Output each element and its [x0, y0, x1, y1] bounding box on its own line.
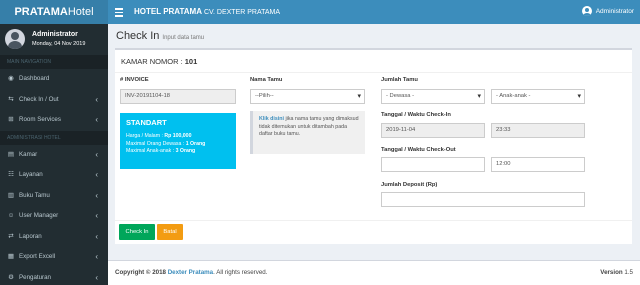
guest-count-label: Jumlah Tamu	[381, 77, 418, 83]
navbar-user-name: Administrator	[595, 8, 634, 15]
user-manager-icon: ☺	[7, 212, 15, 219]
page-title: Check In	[116, 30, 160, 42]
page-subtitle: Input data tamu	[162, 35, 205, 41]
copyright-text: Copyright © 2018 Dexter Pratama. All rig…	[115, 269, 268, 276]
menu-toggle-icon[interactable]	[115, 6, 123, 17]
room-max-child: Maximal Anak-anak : 3 Orang	[126, 148, 196, 154]
sidebar-item-buku-tamu[interactable]: ▥ Buku Tamu ‹	[0, 186, 108, 207]
sidebar-item-user-manager[interactable]: ☺ User Manager ‹	[0, 206, 108, 227]
room-number-title: KAMAR NOMOR : 101	[121, 57, 197, 66]
chevron-left-icon: ‹	[95, 149, 98, 159]
room-label: KAMAR NOMOR :	[121, 57, 185, 66]
checkout-date-field[interactable]	[381, 157, 485, 172]
checkin-form-box: KAMAR NOMOR : 101 # INVOICE INV-20191104…	[115, 48, 632, 244]
room-type: STANDART	[126, 118, 167, 127]
top-navbar: HOTEL PRATAMA CV. DEXTER PRATAMA Adminis…	[108, 0, 640, 24]
sidebar-item-label: Check In / Out	[19, 95, 59, 103]
sidebar-item-label: Dashboard	[19, 75, 50, 82]
sidebar-item-label: Kamar	[19, 150, 38, 158]
page-footer: Copyright © 2018 Dexter Pratama. All rig…	[108, 260, 640, 285]
navbar-hotel-name: HOTEL PRATAMA	[134, 7, 202, 16]
adult-count-select[interactable]: - Dewasa -	[381, 89, 485, 104]
add-guest-link[interactable]: Klik disini	[259, 116, 284, 122]
chevron-left-icon: ‹	[95, 190, 98, 200]
sidebar-item-laporan[interactable]: ⇄ Laporan ‹	[0, 227, 108, 248]
cancel-button[interactable]: Batal	[157, 224, 183, 240]
sidebar-item-layanan[interactable]: ☷ Layanan ‹	[0, 165, 108, 186]
sidebar-item-label: Buku Tamu	[19, 191, 50, 199]
sidebar-item-label: Laporan	[19, 232, 42, 240]
room-services-icon: ⊞	[8, 116, 14, 123]
navbar-company: CV. DEXTER PRATAMA	[203, 9, 281, 16]
sidebar-item-export-excell[interactable]: ▦ Export Excell ‹	[0, 247, 108, 268]
user-avatar-icon	[581, 6, 592, 17]
sidebar-item-label: Export Excell	[19, 253, 56, 260]
sidebar-user-name: Administrator	[32, 31, 78, 38]
company-link[interactable]: Dexter Pratama	[168, 269, 213, 276]
sidebar-item-check-in-out[interactable]: ⇆ Check In / Out ‹	[0, 90, 108, 111]
invoice-field[interactable]: INV-20191104-18	[120, 89, 236, 104]
pengaturan-icon: ⚙	[8, 273, 14, 281]
sidebar-item-label: User Manager	[19, 212, 59, 219]
sidebar-item-label: Layanan	[19, 171, 43, 178]
room-max-adult: Maximal Orang Dewasa : 1 Orang	[126, 140, 206, 147]
checkin-time-field[interactable]: 23:33	[491, 123, 585, 138]
avatar	[5, 29, 25, 49]
sidebar-header-admin: ADMINISTRASI HOTEL	[0, 130, 108, 145]
guest-callout: Klik disini jika nama tamu yang dimaksud…	[250, 111, 365, 154]
invoice-label: # INVOICE	[120, 77, 149, 83]
chevron-left-icon: ‹	[95, 272, 98, 282]
checkin-label: Tanggal / Waktu Check-In	[381, 112, 451, 118]
navbar-title: HOTEL PRATAMA CV. DEXTER PRATAMA	[134, 0, 280, 25]
checkout-label: Tanggal / Waktu Check-Out	[381, 147, 456, 153]
layanan-icon: ☷	[8, 171, 14, 178]
guest-name-select[interactable]: --Pilih--	[250, 89, 365, 104]
checkin-button[interactable]: Check In	[119, 224, 155, 240]
checkout-time-field[interactable]: 12:00	[491, 157, 585, 172]
sidebar-item-label: Pengaturan	[19, 273, 51, 281]
chevron-left-icon: ‹	[95, 115, 98, 124]
version-text: Version 1.5	[600, 269, 633, 276]
kamar-icon: ▤	[7, 150, 15, 158]
user-panel: Administrator Monday, 04 Nov 2019	[0, 24, 108, 55]
brand-light: Hotel	[67, 6, 94, 18]
laporan-icon: ⇄	[8, 232, 14, 240]
chevron-left-icon: ‹	[95, 170, 98, 179]
sidebar-item-kamar[interactable]: ▤ Kamar ‹	[0, 145, 108, 166]
room-number: 101	[184, 57, 198, 66]
room-price: Harga / Malam : Rp 100,000	[126, 133, 192, 139]
deposit-label: Jumlah Deposit (Rp)	[381, 182, 438, 188]
dashboard-icon: ◉	[8, 75, 14, 82]
chevron-left-icon: ‹	[95, 94, 98, 104]
child-count-select[interactable]: - Anak-anak -	[491, 89, 585, 104]
sidebar-item-dashboard[interactable]: ◉ Dashboard	[0, 69, 108, 90]
chevron-left-icon: ‹	[95, 211, 98, 220]
checkin-date-field[interactable]: 2019-11-04	[381, 123, 485, 138]
brand-bold: PRATAMA	[14, 6, 68, 18]
room-type-card: STANDART Harga / Malam : Rp 100,000 Maxi…	[120, 113, 236, 169]
content-header: Check In Input data tamu	[116, 30, 204, 42]
guest-name-label: Nama Tamu	[250, 77, 283, 83]
sidebar-user-date: Monday, 04 Nov 2019	[32, 41, 86, 47]
sidebar-item-label: Room Services	[19, 116, 61, 123]
chevron-left-icon: ‹	[95, 231, 98, 241]
check-in-out-icon: ⇆	[8, 95, 14, 103]
buku-tamu-icon: ▥	[7, 191, 15, 199]
export-excell-icon: ▦	[7, 253, 15, 260]
chevron-left-icon: ‹	[95, 252, 98, 261]
deposit-field[interactable]	[381, 192, 585, 207]
sidebar-item-pengaturan[interactable]: ⚙ Pengaturan ‹	[0, 268, 108, 285]
sidebar: Administrator Monday, 04 Nov 2019 MAIN N…	[0, 24, 108, 285]
brand-logo[interactable]: PRATAMAHotel	[0, 0, 108, 24]
navbar-user-menu[interactable]: Administrator	[581, 0, 634, 24]
sidebar-header-main: MAIN NAVIGATION	[0, 55, 108, 69]
sidebar-item-room-services[interactable]: ⊞ Room Services ‹	[0, 110, 108, 131]
